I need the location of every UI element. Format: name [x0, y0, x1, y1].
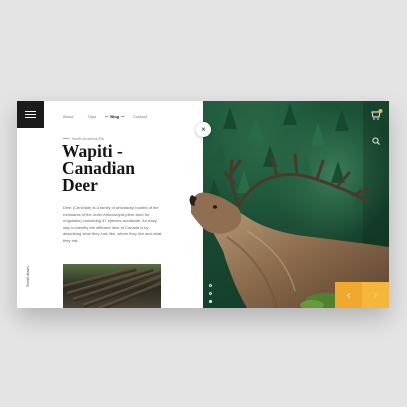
title-line: Deer [62, 175, 98, 195]
logs-photo [63, 264, 161, 308]
search-icon [372, 137, 380, 145]
nav-blog[interactable]: Blog [105, 114, 124, 119]
hero-card: About Trips Blog Contact North America E… [17, 101, 389, 308]
article-body: Deer (Cervidae) is a family of artiodact… [63, 205, 162, 243]
nav-contact[interactable]: Contact [133, 114, 147, 119]
hamburger-icon [25, 117, 36, 118]
search-button[interactable] [369, 134, 383, 148]
slider-dot[interactable] [209, 292, 212, 295]
chevron-right-icon: › [373, 289, 378, 301]
cart-button[interactable] [369, 108, 383, 122]
close-button[interactable]: × [196, 122, 211, 137]
next-button[interactable]: › [362, 282, 389, 308]
close-icon: × [201, 124, 206, 134]
hamburger-icon [25, 111, 36, 112]
scroll-down-label[interactable]: Scroll down [25, 266, 30, 287]
slider-dot[interactable] [209, 284, 212, 287]
prev-button[interactable]: ‹ [335, 282, 362, 308]
chevron-left-icon: ‹ [346, 289, 351, 301]
hamburger-icon [25, 114, 36, 115]
cart-icon [371, 109, 383, 120]
slider-dot-active[interactable] [209, 300, 212, 303]
menu-button[interactable] [17, 101, 44, 128]
nav-about[interactable]: About [63, 114, 73, 119]
slider-dots [209, 284, 212, 303]
top-nav: About Trips Blog Contact [63, 114, 161, 119]
nav-trips[interactable]: Trips [87, 114, 96, 119]
